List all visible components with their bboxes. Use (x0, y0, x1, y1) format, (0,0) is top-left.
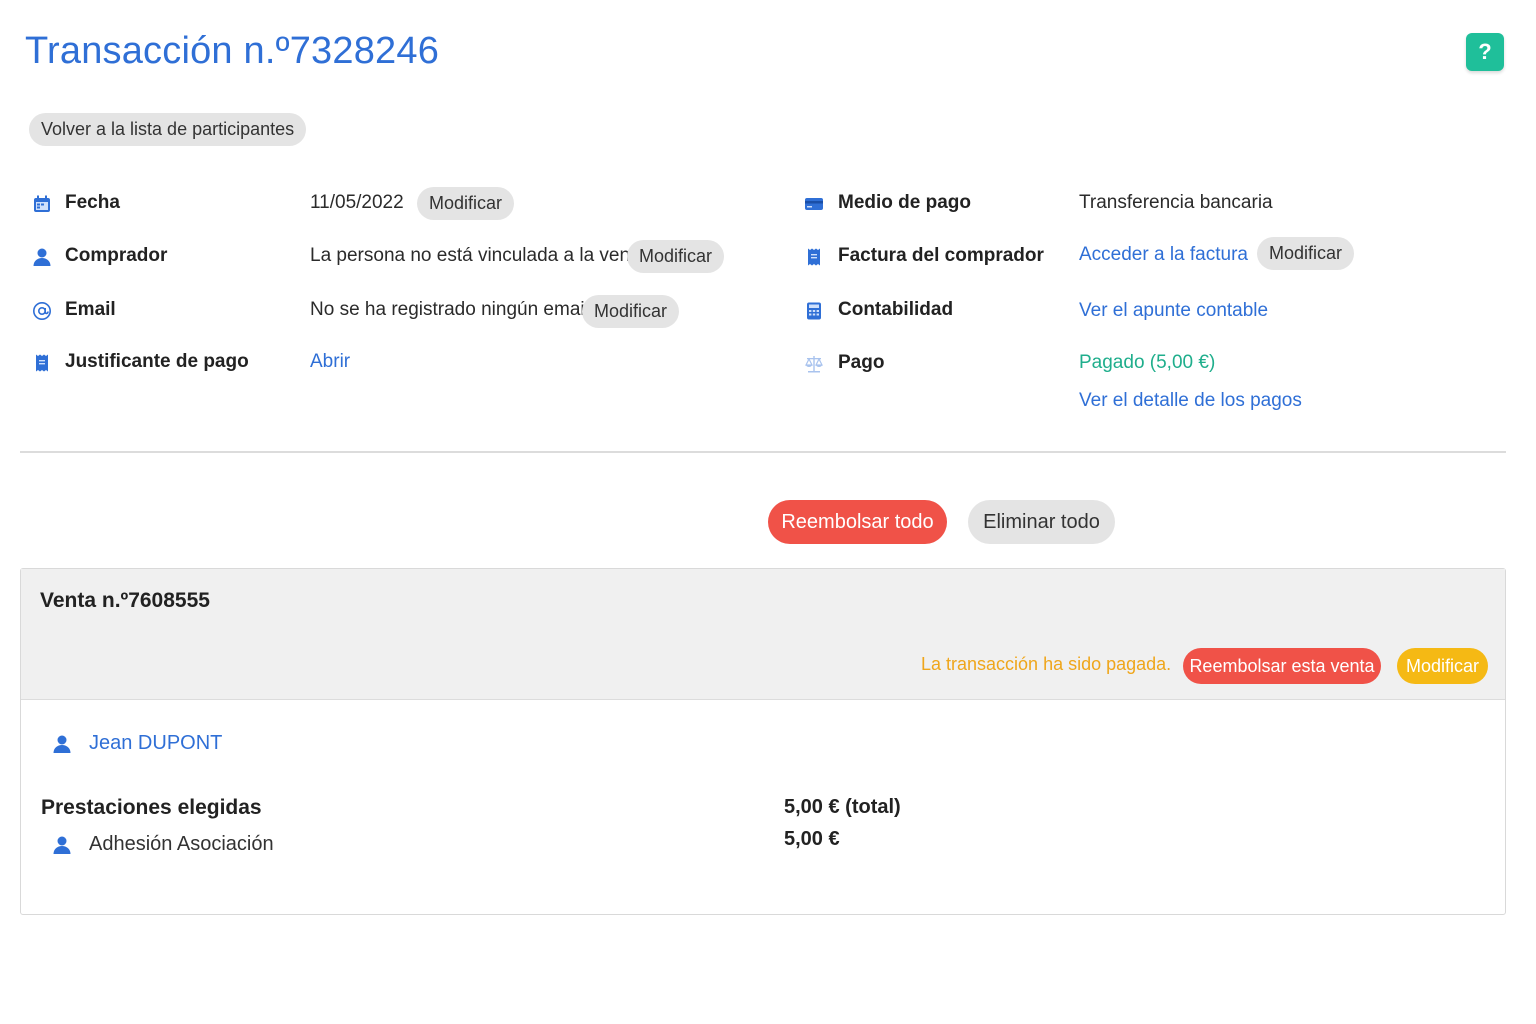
sale-paid-note: La transacción ha sido pagada. (921, 654, 1172, 674)
back-to-participants-button[interactable]: Volver a la lista de participantes (29, 113, 307, 146)
sale-total: 5,00 € (total) (784, 796, 901, 818)
medio-pago-value: Transferencia bancaria (1079, 192, 1273, 213)
fecha-value: 11/05/2022 (310, 192, 404, 213)
view-payments-detail-link[interactable]: Ver el detalle de los pagos (1079, 390, 1302, 412)
refund-all-button[interactable]: Reembolsar todo (768, 500, 947, 544)
balance-scale-icon (803, 353, 825, 375)
prestacion-price: 5,00 € (784, 828, 840, 850)
sale-card: Venta n.º7608555 La transacción ha sido … (20, 568, 1506, 915)
modify-comprador-button[interactable]: Modificar (627, 240, 725, 273)
modify-fecha-button[interactable]: Modificar (417, 187, 515, 220)
help-button[interactable]: ? (1466, 33, 1504, 71)
calendar-icon (31, 193, 53, 215)
sale-person-name[interactable]: Jean DUPONT (89, 732, 222, 755)
prestaciones-title: Prestaciones elegidas (41, 796, 262, 819)
open-justificante-link[interactable]: Abrir (310, 351, 350, 373)
user-icon (51, 733, 73, 755)
pago-label: Pago (838, 352, 885, 373)
view-accounting-link[interactable]: Ver el apunte contable (1079, 300, 1268, 322)
at-sign-icon (31, 300, 53, 322)
invoice-icon (803, 246, 825, 268)
factura-label: Factura del comprador (838, 245, 1044, 266)
sale-person[interactable]: Jean DUPONT (51, 732, 222, 755)
payment-status: Pagado (5,00 €) (1079, 352, 1216, 373)
list-item: Adhesión Asociación (51, 833, 274, 856)
user-icon (51, 834, 73, 856)
receipt-icon (31, 352, 53, 374)
modify-sale-button[interactable]: Modificar (1397, 648, 1488, 684)
justificante-label: Justificante de pago (65, 351, 249, 372)
email-value: No se ha registrado ningún email. (310, 299, 595, 320)
calculator-icon (803, 300, 825, 322)
modify-factura-button[interactable]: Modificar (1257, 237, 1355, 270)
comprador-label: Comprador (65, 245, 168, 266)
email-label: Email (65, 299, 116, 320)
prestacion-name: Adhesión Asociación (89, 833, 274, 855)
sale-card-header: Venta n.º7608555 La transacción ha sido … (21, 569, 1505, 700)
delete-all-button[interactable]: Eliminar todo (968, 500, 1115, 544)
modify-email-button[interactable]: Modificar (582, 295, 680, 328)
refund-sale-button[interactable]: Reembolsar esta venta (1183, 648, 1381, 684)
comprador-value: La persona no está vinculada a la venta (310, 245, 646, 266)
fecha-label: Fecha (65, 192, 120, 213)
section-divider (20, 451, 1506, 453)
medio-pago-label: Medio de pago (838, 192, 971, 213)
credit-card-icon (803, 193, 825, 215)
user-icon (31, 246, 53, 268)
page-title: Transacción n.º7328246 (25, 30, 440, 72)
sale-title: Venta n.º7608555 (40, 589, 210, 612)
access-invoice-link[interactable]: Acceder a la factura (1079, 244, 1248, 266)
contabilidad-label: Contabilidad (838, 299, 954, 320)
